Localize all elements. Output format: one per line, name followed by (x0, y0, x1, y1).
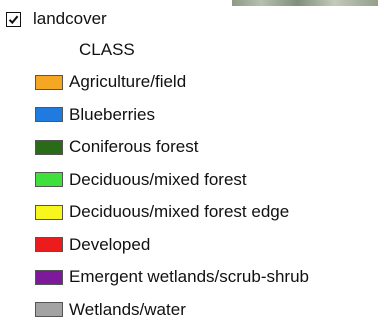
legend-item-coniferous-forest: Coniferous forest (35, 131, 309, 164)
legend-label: Coniferous forest (69, 137, 198, 157)
checkmark-icon (8, 14, 19, 25)
legend-swatch (35, 237, 63, 252)
legend-swatch (35, 140, 63, 155)
legend-label: Developed (69, 235, 150, 255)
legend-label: Wetlands/water (69, 300, 186, 320)
legend-item-emergent-wetlands-scrub-shrub: Emergent wetlands/scrub-shrub (35, 261, 309, 294)
layer-row-landcover[interactable]: landcover (6, 8, 107, 30)
legend-item-developed: Developed (35, 229, 309, 262)
legend-item-deciduous-mixed-forest-edge: Deciduous/mixed forest edge (35, 196, 309, 229)
legend-swatch (35, 205, 63, 220)
legend-label: Deciduous/mixed forest (69, 170, 247, 190)
map-thumbnail-strip (232, 0, 378, 6)
legend-swatch (35, 302, 63, 317)
layer-visibility-checkbox[interactable] (6, 12, 21, 27)
legend-label: Emergent wetlands/scrub-shrub (69, 267, 309, 287)
field-header: CLASS (79, 40, 135, 60)
legend-swatch (35, 107, 63, 122)
legend-item-agriculture-field: Agriculture/field (35, 66, 309, 99)
legend-swatch (35, 270, 63, 285)
legend-swatch (35, 75, 63, 90)
legend-label: Agriculture/field (69, 72, 186, 92)
legend-swatch (35, 172, 63, 187)
legend-label: Deciduous/mixed forest edge (69, 202, 289, 222)
legend-list: Agriculture/field Blueberries Coniferous… (35, 66, 309, 326)
legend-item-deciduous-mixed-forest: Deciduous/mixed forest (35, 164, 309, 197)
legend-label: Blueberries (69, 105, 155, 125)
legend-item-blueberries: Blueberries (35, 99, 309, 132)
layer-name[interactable]: landcover (33, 9, 107, 29)
legend-item-wetlands-water: Wetlands/water (35, 294, 309, 326)
